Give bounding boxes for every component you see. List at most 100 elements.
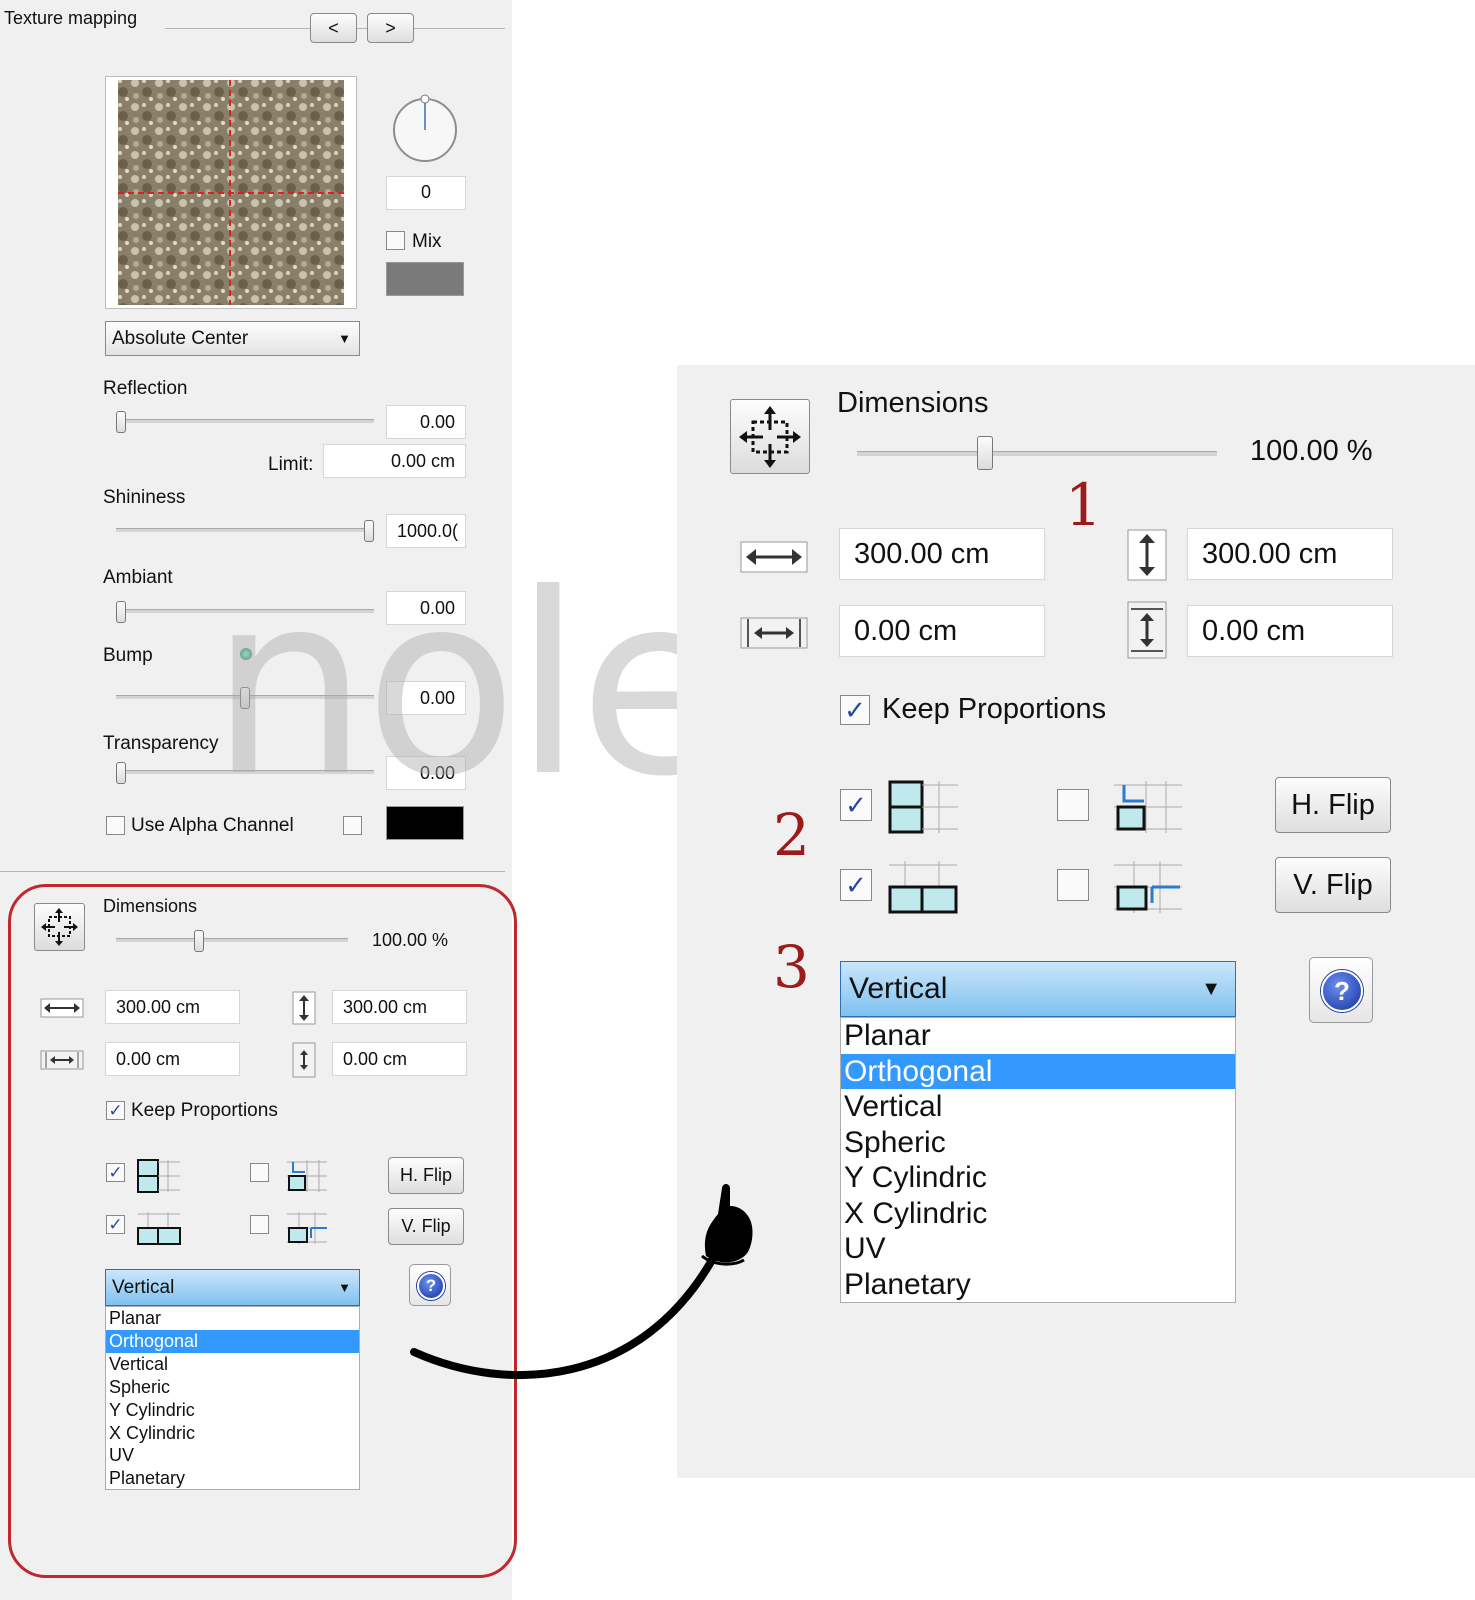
keep-proportions-checkbox[interactable]: ✓ [840,695,870,725]
anchor-select[interactable]: Absolute Center ▼ [105,321,360,356]
width-field[interactable]: 300.00 cm [839,528,1045,580]
step-number-2: 2 [773,801,810,869]
section-title: Texture mapping [4,8,138,28]
shininess-slider-thumb[interactable] [364,520,374,542]
alpha-secondary-checkbox[interactable] [343,816,362,835]
shininess-field[interactable]: 1000.0( [386,514,466,548]
mirror-option-checkbox[interactable] [250,1163,269,1182]
projection-option[interactable]: Vertical [841,1089,1235,1125]
projection-option[interactable]: X Cylindric [106,1422,359,1445]
width-arrow-icon [40,998,84,1018]
dimensions-slider[interactable] [857,451,1217,456]
v-flip-button[interactable]: V. Flip [1275,857,1391,913]
projection-option[interactable]: Orthogonal [841,1053,1235,1089]
reflection-slider[interactable] [116,419,374,423]
width-field[interactable]: 300.00 cm [105,990,240,1024]
mirror-option-2-checkbox[interactable] [250,1215,269,1234]
projection-option[interactable]: Vertical [106,1353,359,1376]
mix-color-swatch[interactable] [386,262,464,296]
fit-dimensions-button[interactable] [34,903,85,951]
tile-top-icon [137,1159,180,1193]
mirror-option-checkbox[interactable] [1057,789,1089,821]
offset-y-field[interactable]: 0.00 cm [1187,605,1393,657]
height-arrow-icon [1127,529,1167,581]
h-flip-button[interactable]: H. Flip [1275,777,1391,833]
dimensions-label: Dimensions [103,896,198,916]
shininess-slider[interactable] [116,528,374,532]
projection-options-list[interactable]: Planar Orthogonal Vertical Spheric Y Cylindr… [105,1306,360,1490]
projection-option[interactable]: UV [841,1231,1235,1267]
rotation-dial-icon[interactable] [390,92,460,164]
alpha-color-swatch[interactable] [386,806,464,840]
mix-checkbox[interactable] [386,231,405,250]
move-arrows-icon [41,908,78,946]
step-number-1: 1 [1065,471,1102,539]
keep-proportions-checkbox[interactable]: ✓ [106,1101,125,1120]
bump-field[interactable]: 0.00 [386,681,466,715]
projection-option[interactable]: Orthogonal [106,1329,359,1353]
rotation-field[interactable]: 0 [386,176,466,210]
tile-bottom-icon [137,1212,181,1245]
projection-select[interactable]: Vertical ▼ [840,961,1236,1017]
offset-x-field[interactable]: 0.00 cm [839,605,1045,657]
projection-option[interactable]: Spheric [841,1125,1235,1161]
offset-x-icon [40,1050,84,1070]
projection-select[interactable]: Vertical ▼ [105,1269,360,1306]
height-arrow-icon [292,991,316,1025]
projection-option[interactable]: Planetary [841,1267,1235,1303]
ambiant-field[interactable]: 0.00 [386,591,466,625]
tile-option-checkbox[interactable]: ✓ [840,789,872,821]
offset-y-field[interactable]: 0.00 cm [332,1042,467,1076]
projection-select-value: Vertical [112,1277,175,1298]
pointer-arrow [410,1184,753,1380]
ambiant-slider[interactable] [116,609,374,613]
dimensions-slider[interactable] [116,938,348,942]
height-field[interactable]: 300.00 cm [1187,528,1393,580]
help-button[interactable]: ? [1309,957,1373,1023]
reflection-field[interactable]: 0.00 [386,405,466,439]
projection-option[interactable]: UV [106,1444,359,1467]
ambiant-slider-thumb[interactable] [116,601,126,623]
transparency-slider[interactable] [116,770,374,774]
projection-option[interactable]: Planetary [106,1467,359,1490]
move-arrows-icon [739,406,801,468]
limit-field[interactable]: 0.00 cm [323,444,466,478]
use-alpha-checkbox[interactable] [106,816,125,835]
tile-option-2-checkbox[interactable]: ✓ [840,869,872,901]
mirror-top-icon [287,1160,327,1192]
projection-option[interactable]: Spheric [106,1376,359,1399]
shininess-label: Shininess [103,487,186,508]
texture-preview[interactable] [106,77,356,308]
chevron-down-icon: ▼ [338,1280,351,1295]
mirror-bottom-icon [1114,861,1182,913]
projection-option[interactable]: Planar [106,1307,359,1330]
projection-option[interactable]: Y Cylindric [106,1399,359,1422]
help-icon: ? [1321,970,1363,1012]
chevron-down-icon: ▼ [1201,978,1221,1000]
previous-button[interactable]: < [310,13,357,43]
fit-dimensions-button-zoomed[interactable] [730,399,810,474]
offset-x-field[interactable]: 0.00 cm [105,1042,240,1076]
bump-slider-thumb[interactable] [240,687,250,709]
tile-option-checkbox[interactable]: ✓ [106,1163,125,1182]
tile-option-2-checkbox[interactable]: ✓ [106,1215,125,1234]
mirror-option-2-checkbox[interactable] [1057,869,1089,901]
bump-indicator-icon [240,648,252,660]
dimensions-slider-thumb[interactable] [194,930,204,952]
mirror-bottom-icon [287,1212,327,1244]
projection-option[interactable]: Y Cylindric [841,1160,1235,1196]
transparency-field[interactable]: 0.00 [386,756,466,790]
offset-y-icon [1127,601,1167,659]
step-number-3: 3 [773,933,810,1001]
projection-option[interactable]: X Cylindric [841,1196,1235,1232]
transparency-slider-thumb[interactable] [116,762,126,784]
projection-options-list[interactable]: Planar Orthogonal Vertical Spheric Y Cylindr… [840,1017,1236,1303]
limit-label: Limit: [268,454,314,475]
projection-option[interactable]: Planar [841,1018,1235,1054]
height-field[interactable]: 300.00 cm [332,990,467,1024]
reflection-slider-thumb[interactable] [116,411,126,433]
offset-x-icon [740,617,808,649]
dimensions-slider-thumb[interactable] [977,436,993,470]
keep-proportions-label: Keep Proportions [131,1100,278,1121]
next-button[interactable]: > [367,13,414,43]
